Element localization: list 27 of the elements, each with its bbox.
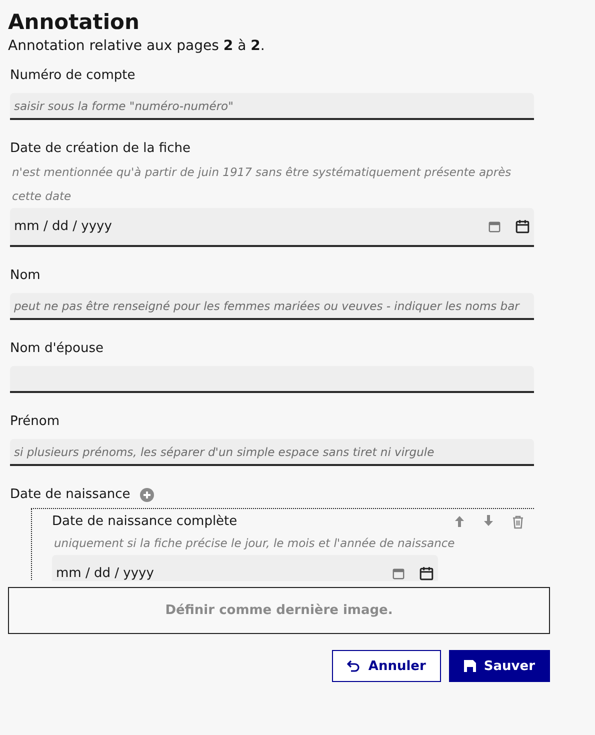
page-title: Annotation — [7, 9, 140, 35]
field-label: Numéro de compte — [10, 67, 136, 85]
calendar-icon[interactable] — [515, 219, 530, 234]
field-label: Date de naissance complète — [52, 513, 238, 531]
text-input[interactable] — [10, 366, 534, 393]
field-hint: n'est mentionnée qu'à partir de juin 1917 sans être systématiquement présente après cette date — [11, 164, 512, 205]
text-input[interactable]: si plusieurs prénoms, les séparer d'un simple espace sans tiret ni virgule — [10, 439, 534, 466]
cancel-button[interactable]: Annuler — [332, 650, 441, 682]
date-input[interactable]: mm / dd / yyyy — [10, 208, 534, 247]
text-input[interactable]: peut ne pas être renseigné pour les femmes mariées ou veuves - indiquer les noms bar — [10, 293, 534, 320]
page-subtitle: Annotation relative aux pages 2 à 2. — [7, 37, 266, 55]
field-label: Date de naissance — [10, 486, 130, 504]
date-input[interactable]: mm / dd / yyyy — [52, 555, 438, 581]
trash-icon[interactable] — [512, 515, 524, 529]
field-hint: uniquement si la fiche précise le jour, le mois et l'année de naissance — [53, 535, 456, 552]
calendar-icon[interactable] — [419, 566, 434, 581]
add-icon[interactable] — [140, 488, 154, 502]
field-label: Nom — [10, 267, 40, 285]
save-icon — [464, 660, 476, 672]
save-button[interactable]: Sauver — [448, 650, 550, 682]
field-label: Prénom — [10, 413, 60, 431]
undo-icon — [347, 660, 360, 672]
text-input[interactable]: saisir sous la forme "numéro-numéro" — [10, 93, 534, 120]
field-label: Nom d'épouse — [10, 340, 104, 358]
arrow-up-icon[interactable] — [454, 515, 465, 527]
field-label: Date de création de la fiche — [10, 140, 190, 158]
arrow-down-icon[interactable] — [483, 515, 494, 527]
